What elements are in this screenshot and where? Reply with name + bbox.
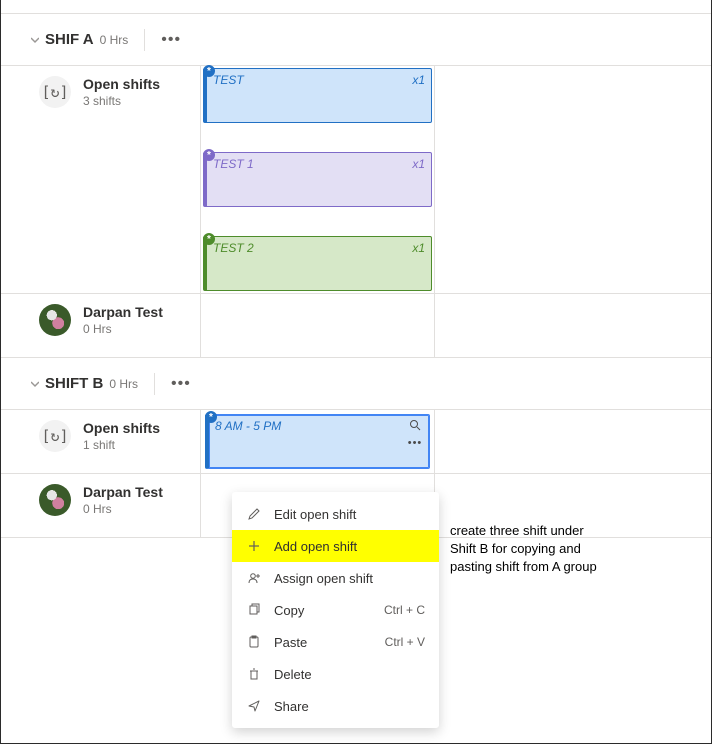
shift-card[interactable]: * TEST x1 xyxy=(203,68,432,123)
open-shifts-count: 3 shifts xyxy=(83,94,160,108)
pencil-icon xyxy=(246,506,262,522)
open-shifts-row-b: [↻] Open shifts 1 shift * 8 AM - 5 PM ••… xyxy=(1,410,711,474)
shift-row: * TEST 2 x1 xyxy=(1,234,711,294)
separator xyxy=(154,373,155,395)
shift-card[interactable]: * TEST 2 x1 xyxy=(203,236,432,291)
shift-card-selected[interactable]: * 8 AM - 5 PM ••• xyxy=(205,414,430,469)
group-hours: 0 Hrs xyxy=(100,33,129,47)
group-header-a[interactable]: SHIF A 0 Hrs ••• xyxy=(1,14,711,66)
member-hours: 0 Hrs xyxy=(83,322,163,336)
person-plus-icon xyxy=(246,570,262,586)
annotation-text: create three shift under Shift B for cop… xyxy=(450,522,600,577)
spacer xyxy=(1,125,711,150)
shift-card[interactable]: * TEST 1 x1 xyxy=(203,152,432,207)
unsaved-indicator: * xyxy=(203,149,215,161)
shift-row: * TEST 1 x1 xyxy=(1,150,711,209)
shift-count: x1 xyxy=(412,241,425,286)
unsaved-indicator: * xyxy=(203,65,215,77)
open-shifts-title: Open shifts xyxy=(83,420,160,436)
menu-assign-open-shift[interactable]: Assign open shift xyxy=(232,562,439,594)
member-name: Darpan Test xyxy=(83,304,163,320)
menu-delete[interactable]: Delete xyxy=(232,658,439,690)
context-menu: Edit open shift Add open shift Assign op… xyxy=(232,492,439,728)
more-icon[interactable]: ••• xyxy=(171,375,191,393)
copy-icon xyxy=(246,602,262,618)
shift-label: TEST 2 xyxy=(213,241,254,286)
group-name: SHIFT B xyxy=(45,375,103,392)
avatar xyxy=(39,304,71,336)
shift-label: TEST 1 xyxy=(213,157,254,202)
shift-count: x1 xyxy=(412,73,425,118)
search-icon[interactable] xyxy=(409,419,421,431)
avatar xyxy=(39,484,71,516)
open-shifts-icon: [↻] xyxy=(39,420,71,452)
open-shifts-title: Open shifts xyxy=(83,76,160,92)
more-icon[interactable]: ••• xyxy=(161,31,181,49)
shift-label: TEST xyxy=(213,73,244,118)
group-hours: 0 Hrs xyxy=(109,377,138,391)
unsaved-indicator: * xyxy=(203,233,215,245)
trash-icon xyxy=(246,666,262,682)
group-name: SHIF A xyxy=(45,31,94,48)
open-shifts-icon: [↻] xyxy=(39,76,71,108)
shift-count: x1 xyxy=(412,157,425,202)
group-header-b[interactable]: SHIFT B 0 Hrs ••• xyxy=(1,358,711,410)
chevron-down-icon[interactable] xyxy=(29,36,41,44)
spacer xyxy=(1,209,711,234)
menu-copy[interactable]: Copy Ctrl + C xyxy=(232,594,439,626)
unsaved-indicator: * xyxy=(205,411,217,423)
member-row[interactable]: Darpan Test 0 Hrs xyxy=(1,294,711,358)
menu-share[interactable]: Share xyxy=(232,690,439,722)
shortcut: Ctrl + V xyxy=(385,635,425,649)
shortcut: Ctrl + C xyxy=(384,603,425,617)
open-shifts-count: 1 shift xyxy=(83,438,160,452)
plus-icon xyxy=(246,538,262,554)
menu-add-open-shift[interactable]: Add open shift xyxy=(232,530,439,562)
separator xyxy=(144,29,145,51)
member-hours: 0 Hrs xyxy=(83,502,163,516)
chevron-down-icon[interactable] xyxy=(29,380,41,388)
member-name: Darpan Test xyxy=(83,484,163,500)
open-shifts-row-a: [↻] Open shifts 3 shifts * TEST x1 xyxy=(1,66,711,125)
menu-edit-open-shift[interactable]: Edit open shift xyxy=(232,498,439,530)
top-divider xyxy=(1,0,711,14)
more-icon[interactable]: ••• xyxy=(408,437,423,449)
paste-icon xyxy=(246,634,262,650)
menu-paste[interactable]: Paste Ctrl + V xyxy=(232,626,439,658)
shift-label: 8 AM - 5 PM xyxy=(215,419,281,464)
share-icon xyxy=(246,698,262,714)
